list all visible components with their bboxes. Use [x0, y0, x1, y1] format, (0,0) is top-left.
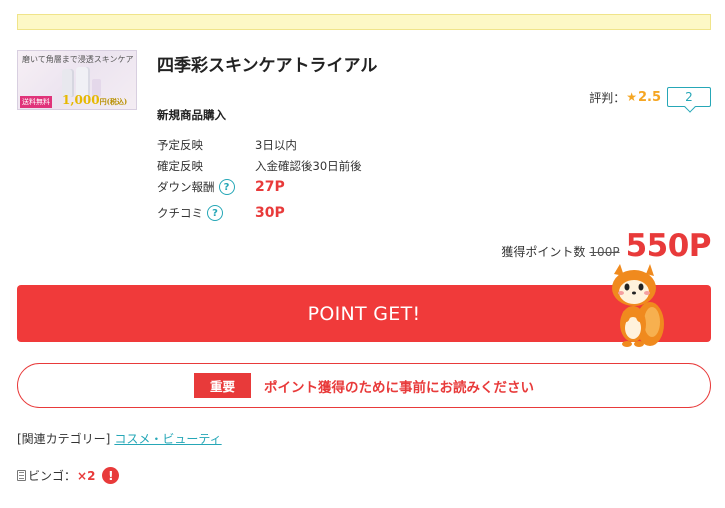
detail-label: 予定反映: [157, 138, 203, 152]
important-notice-button[interactable]: 重要 ポイント獲得のために事前にお読みください: [17, 363, 711, 408]
detail-value: 入金確認後30日前後: [255, 159, 362, 173]
bingo: ビンゴ： ×2 !: [17, 467, 120, 484]
detail-label: 確定反映: [157, 159, 203, 173]
notice-bar: [17, 14, 711, 30]
new-points: 550P: [625, 228, 712, 264]
product-thumbnail[interactable]: 磨いて角層まで浸透スキンケア 送料無料 1,000円(税込): [17, 50, 137, 110]
review-points: 30P: [255, 205, 285, 221]
review-count-button[interactable]: 2: [667, 87, 711, 107]
rating-label: 評判：: [589, 90, 626, 105]
detail-label: ダウン報酬: [157, 180, 215, 194]
purchase-type: 新規商品購入: [157, 108, 226, 122]
category-link[interactable]: コスメ・ビューティ: [114, 432, 221, 446]
important-text: ポイント獲得のために事前にお読みください: [264, 379, 534, 396]
detail-row-review-points: クチコミ? 30P: [157, 205, 285, 221]
detail-row-down-reward: ダウン報酬? 27P: [157, 179, 285, 195]
star-icon: ★: [626, 90, 637, 104]
help-icon[interactable]: ?: [218, 179, 235, 195]
down-reward-points: 27P: [255, 179, 285, 195]
old-points: 100P: [589, 245, 620, 259]
detail-row-scheduled: 予定反映 3日以内: [157, 137, 297, 153]
help-icon[interactable]: ?: [207, 205, 223, 221]
detail-row-confirmed: 確定反映 入金確認後30日前後: [157, 158, 362, 174]
detail-label: クチコミ: [157, 206, 203, 220]
thumbnail-headline: 磨いて角層まで浸透スキンケア: [22, 55, 134, 64]
squirrel-mascot-icon: [612, 264, 664, 347]
bingo-label: ビンゴ：: [28, 469, 77, 483]
rating-value: 2.5: [637, 89, 661, 105]
detail-value: 3日以内: [255, 138, 297, 152]
total-points-label: 獲得ポイント数: [501, 245, 586, 259]
category-label: [関連カテゴリー]: [17, 432, 111, 446]
related-category: [関連カテゴリー] コスメ・ビューティ: [17, 430, 222, 447]
bingo-count: ×2: [77, 468, 96, 483]
total-points: 獲得ポイント数 100P 550P: [501, 228, 711, 264]
alert-icon[interactable]: !: [102, 467, 120, 484]
free-shipping-badge: 送料無料: [20, 96, 52, 108]
product-title: 四季彩スキンケアトライアル: [157, 56, 378, 76]
rating: 評判： ★ 2.5 2: [589, 87, 711, 107]
bingo-card-icon: [17, 470, 26, 481]
thumbnail-price: 1,000円(税込): [62, 93, 128, 107]
important-badge: 重要: [193, 373, 251, 398]
